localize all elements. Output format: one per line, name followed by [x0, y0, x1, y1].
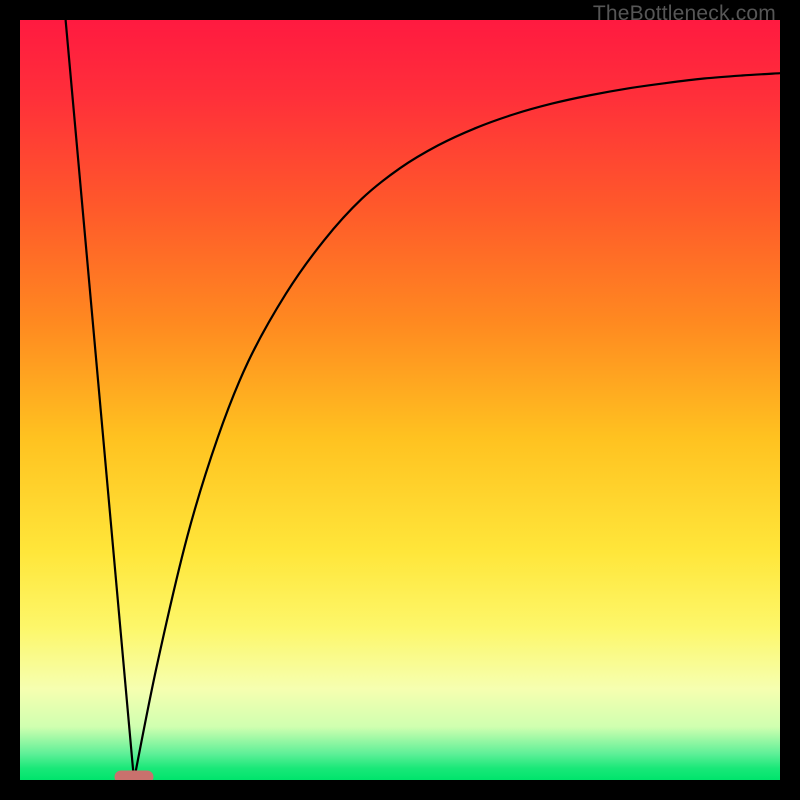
gradient-background: [20, 20, 780, 780]
watermark-text: TheBottleneck.com: [593, 2, 776, 26]
chart-frame: [20, 20, 780, 780]
chart-svg: [20, 20, 780, 780]
minimum-marker: [115, 771, 153, 780]
